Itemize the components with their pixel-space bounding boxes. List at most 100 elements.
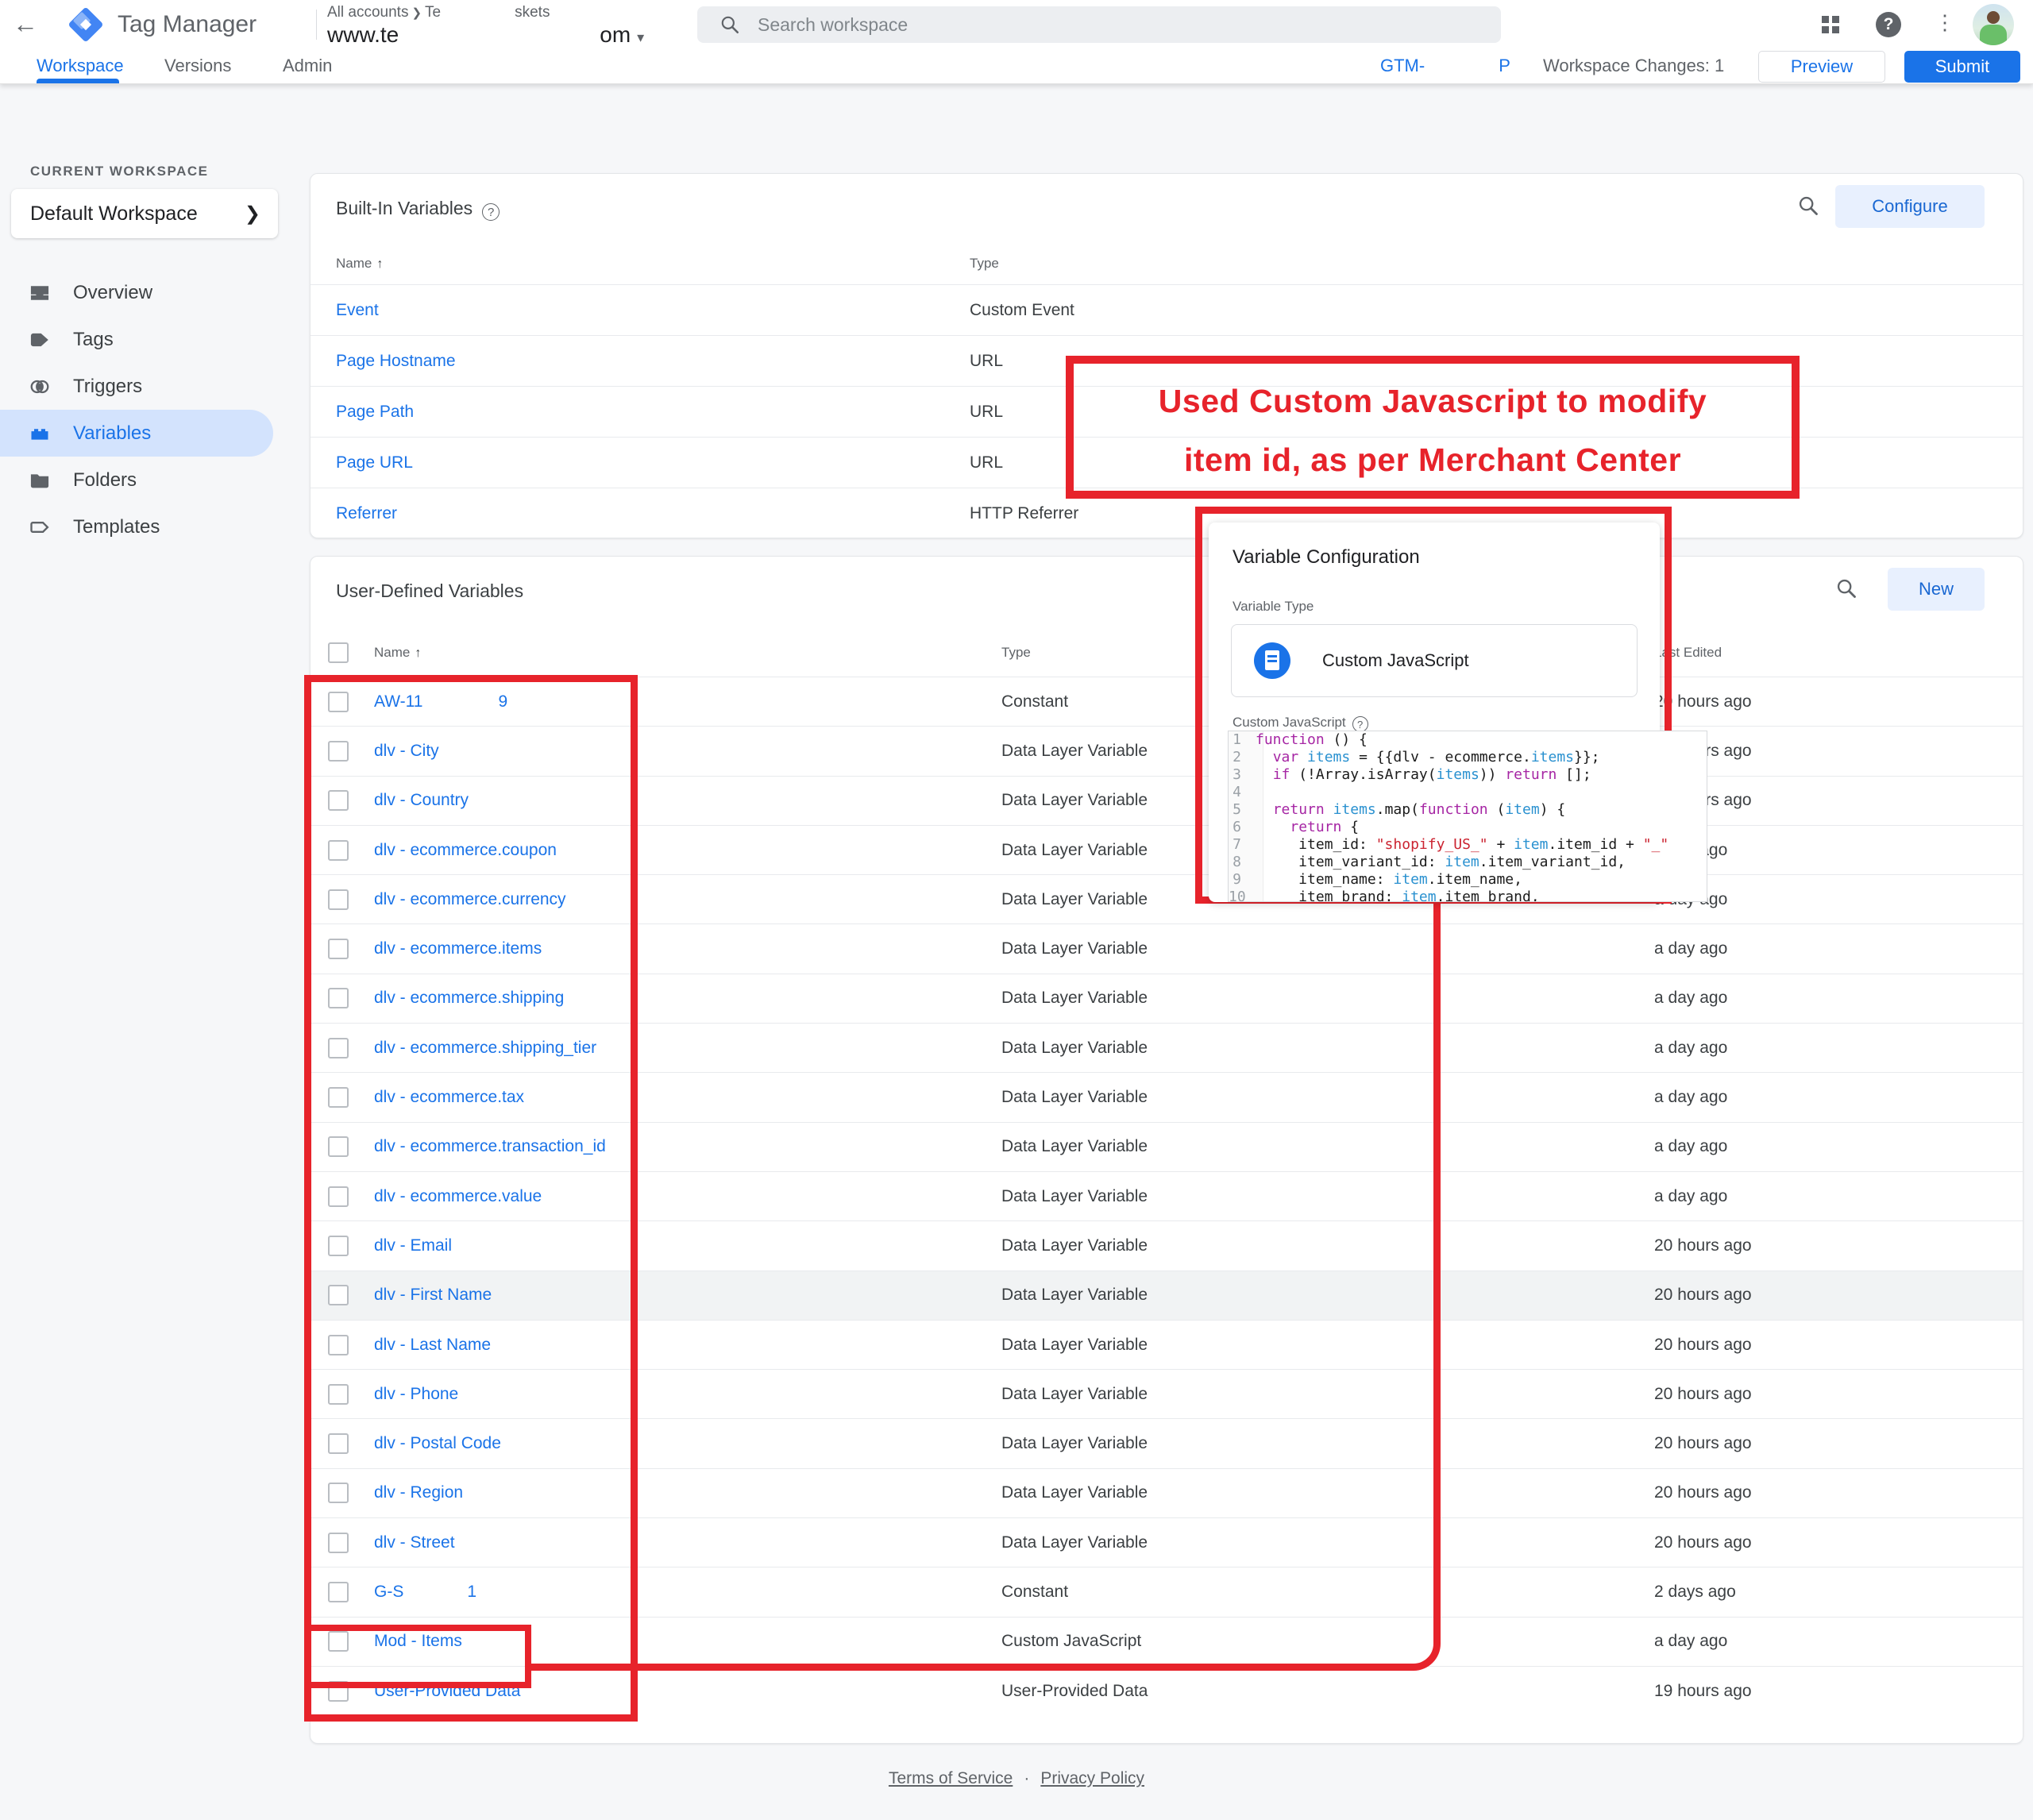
variable-link[interactable]: Page Path [336,403,414,421]
variable-link[interactable]: Event [336,301,379,319]
last-edited: 20 hours ago [1654,1336,2023,1355]
line-number: 10 [1229,889,1256,902]
new-button[interactable]: New [1888,568,1985,611]
variable-link[interactable]: Page Hostname [336,352,456,370]
chevron-right-icon: ❯ [408,6,425,20]
annotation-connector-line [527,899,1441,1671]
line-number: 9 [1229,871,1256,889]
last-edited: 20 hours ago [1654,1483,2023,1502]
sort-asc-icon[interactable]: ↑ [410,646,421,660]
search-icon[interactable] [1835,577,1857,600]
folders-icon [29,469,51,492]
back-arrow-icon[interactable]: ← [13,10,38,39]
configure-button[interactable]: Configure [1835,185,1985,228]
last-edited: 20 hours ago [1654,1434,2023,1453]
custom-javascript-icon [1254,642,1290,679]
variable-link[interactable]: Referrer [336,504,397,522]
workspace-changes: Workspace Changes: 1 [1543,49,1724,84]
more-menu-icon[interactable]: ⋮ [1935,10,1955,35]
sidebar-item-tags[interactable]: Tags [0,316,273,363]
triggers-icon [29,376,51,398]
avatar[interactable] [1973,4,2014,45]
gtm-app: ← Tag Manager All accounts❯Teskets www.t… [0,0,2033,1820]
line-number: 5 [1229,801,1256,819]
userdef-table-header: Name↑ Type Last Edited [311,628,2023,677]
builtin-title: Built-In Variables? [336,198,500,221]
last-edited: a day ago [1654,989,2023,1008]
line-number: 4 [1229,784,1256,801]
annotation-line1: Used Custom Javascript to modify [1074,372,1792,430]
sidebar-item-label: Folders [73,469,137,492]
terms-link[interactable]: Terms of Service [889,1769,1013,1787]
breadcrumb-accounts[interactable]: All accounts❯Teskets [327,4,644,21]
help-icon[interactable]: ? [1352,716,1368,732]
divider [316,10,317,40]
search-icon [719,14,740,35]
tags-icon [29,329,51,351]
sidebar-item-label: Triggers [73,376,142,398]
sidebar-item-triggers[interactable]: Triggers [0,363,273,410]
variable-configuration-popup: Variable Configuration Variable Type Cus… [1209,522,1660,902]
help-icon[interactable]: ? [482,203,500,221]
breadcrumb[interactable]: All accounts❯Teskets www.teom▾ [327,4,644,48]
last-edited: 20 hours ago [1654,1286,2023,1305]
tag-manager-logo [70,9,102,40]
search-input[interactable] [758,14,1409,36]
last-edited: a day ago [1654,1088,2023,1107]
help-icon[interactable]: ? [1876,12,1901,37]
privacy-link[interactable]: Privacy Policy [1040,1769,1144,1787]
sidebar: CURRENT WORKSPACE Default Workspace ❯ Ov… [0,84,302,1820]
last-edited: 20 hours ago [1654,1385,2023,1404]
apps-grid-icon[interactable] [1822,16,1839,33]
gtm-container-id[interactable]: GTM-P [1380,49,1510,84]
line-number: 6 [1229,819,1256,836]
submit-button[interactable]: Submit [1904,51,2020,83]
code-line: 7 item_id: "shopify_US_" + item.item_id … [1229,836,1707,854]
code-line: 5 return items.map(function (item) { [1229,801,1707,819]
sidebar-item-label: Variables [73,422,151,445]
tabs-bar: Workspace Versions Admin GTM-P Workspace… [0,49,2033,84]
sidebar-item-variables[interactable]: Variables [0,410,273,457]
sidebar-nav: Overview Tags Triggers Variables Folders Temp… [0,269,302,550]
last-edited: 20 hours ago [1654,1236,2023,1255]
preview-button[interactable]: Preview [1758,51,1885,83]
workspace-selector[interactable]: Default Workspace ❯ [11,189,278,238]
sort-asc-icon[interactable]: ↑ [372,257,383,271]
tab-versions[interactable]: Versions [164,49,231,84]
sidebar-item-templates[interactable]: Templates [0,503,273,550]
chevron-down-icon: ▾ [631,29,644,45]
container-selector[interactable]: www.teom▾ [327,22,644,48]
sidebar-item-overview[interactable]: Overview [0,269,273,316]
search-icon[interactable] [1797,195,1819,217]
variable-type: User-Provided Data [1001,1682,1654,1701]
last-edited: 20 hours ago [1654,1533,2023,1552]
last-edited: a day ago [1654,939,2023,958]
templates-icon [29,516,51,538]
code-line: 6 return { [1229,819,1707,836]
code-line: 3 if (!Array.isArray(items)) return []; [1229,766,1707,784]
code-editor[interactable]: 1function () {2 var items = {{dlv - ecom… [1228,731,1707,902]
popup-title: Variable Configuration [1233,546,1420,569]
annotation-box-variable-names [304,675,638,1722]
line-number: 3 [1229,766,1256,784]
sidebar-item-label: Overview [73,282,152,304]
builtin-table-header: Name↑ Type [311,243,2023,285]
last-edited: 19 hours ago [1654,1682,2023,1701]
variables-icon [29,422,51,445]
last-edited: 20 hours ago [1654,791,2023,810]
sidebar-item-folders[interactable]: Folders [0,457,273,503]
current-workspace-label: CURRENT WORKSPACE [30,164,208,179]
sidebar-item-label: Tags [73,329,114,351]
code-line: 4 [1229,784,1707,801]
product-name: Tag Manager [118,11,257,38]
variable-type: Custom Event [970,301,2023,320]
tab-admin[interactable]: Admin [283,49,332,84]
chevron-right-icon: ❯ [245,202,260,226]
variable-link[interactable]: Page URL [336,453,413,472]
userdef-title: User-Defined Variables [336,580,523,602]
workspace-search[interactable] [697,6,1501,43]
code-line: 1function () { [1229,731,1707,749]
variable-type-card[interactable]: Custom JavaScript [1231,624,1638,697]
select-all-checkbox[interactable] [328,642,349,663]
code-line: 9 item_name: item.item_name, [1229,871,1707,889]
